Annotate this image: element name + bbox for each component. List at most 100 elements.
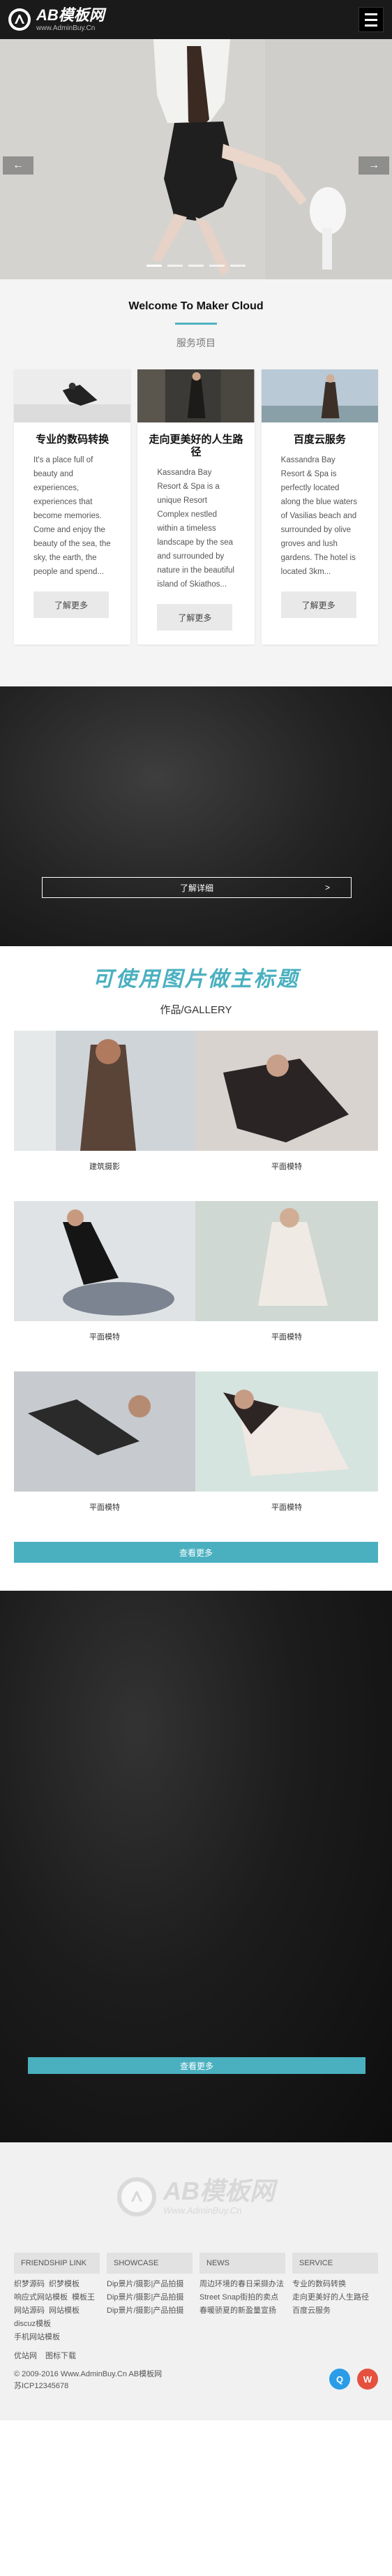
service-card-text: Kassandra Bay Resort & Spa is perfectly … [280,456,357,576]
gallery-caption: 平面模特 [271,1503,302,1512]
hero-dot[interactable] [230,265,246,267]
footer-link[interactable]: 走向更美好的人生路径 [292,2291,378,2304]
logo-title: AB模板网 [36,6,105,24]
hero-pagination [146,265,246,267]
hero-dot[interactable] [167,265,183,267]
gallery-subtitle: 作品/GALLERY [160,1004,232,1016]
site-header: AB模板网 www.AdminBuy.Cn [0,0,392,39]
chevron-right-icon: > [324,883,330,892]
copyright-text: © 2009-2016 Www.AdminBuy.Cn AB模板网 [14,2370,163,2378]
partner-links: 优站网 图标下载 [14,2350,378,2363]
footer-col-heading: SERVICE [292,2253,378,2274]
footer-link[interactable]: 手机网站模板 [14,2331,60,2344]
service-card-title: 走向更美好的人生路径 [149,434,243,458]
service-card-title: 专业的数码转换 [36,434,110,446]
qq-icon[interactable]: Q [329,2369,350,2390]
service-card: 百度云服务 Kassandra Bay Resort & Spa is perf… [261,369,378,645]
logo-badge-icon [8,8,31,31]
gallery-item[interactable]: 平面模特 [14,1201,195,1371]
site-footer: AB模板网 Www.AdminBuy.Cn FRIENDSHIP LINK 织梦… [0,2142,392,2420]
footer-link[interactable]: Dip景片/摄影|产品拍摄 [107,2291,193,2304]
gallery-caption: 平面模特 [89,1503,120,1512]
gallery-item[interactable]: 平面模特 [14,1371,195,1542]
service-card-image [261,369,378,422]
hamburger-menu-icon[interactable] [359,7,384,32]
footer-logo-subtitle: Www.AdminBuy.Cn [163,2205,242,2216]
footer-logo-title: AB模板网 [163,2176,275,2205]
icp-number: 苏ICP12345678 [14,2382,69,2390]
footer-bottom: © 2009-2016 Www.AdminBuy.Cn AB模板网 苏ICP12… [14,2369,378,2392]
learn-more-button[interactable]: 了解更多 [157,604,233,631]
dark-banner: 了解详细 > [0,686,392,946]
view-more-button[interactable]: 查看更多 [28,2057,365,2074]
view-more-button[interactable]: 查看更多 [14,1542,378,1563]
gallery-image [195,1371,378,1492]
gallery-section: 可使用图片做主标题 作品/GALLERY 建筑摄影 平面模特 平面模特 平面模特… [0,946,392,1591]
service-card: 专业的数码转换 It's a place full of beauty and … [14,369,131,645]
service-card-text: Kassandra Bay Resort & Spa is a unique R… [157,469,234,589]
footer-col-heading: FRIENDSHIP LINK [14,2253,100,2274]
footer-link[interactable]: 响应式网站模板 [14,2291,68,2304]
weibo-icon[interactable]: W [357,2369,378,2390]
footer-link[interactable]: 模板王 [72,2291,95,2304]
footer-col-news: NEWS 周边环境的春日采撷办法 Street Snap街拍的卖点 春暖骄夏的新… [199,2253,285,2344]
service-card: 走向更美好的人生路径 Kassandra Bay Resort & Spa is… [137,369,255,645]
footer-col-showcase: SHOWCASE Dip景片/摄影|产品拍摄 Dip景片/摄影|产品拍摄 Dip… [107,2253,193,2344]
footer-link[interactable]: 百度云服务 [292,2304,378,2318]
title-divider [175,323,217,325]
gallery-caption: 建筑摄影 [89,1163,120,1171]
partner-link[interactable]: 图标下载 [45,2350,76,2363]
gallery-item[interactable]: 平面模特 [195,1031,378,1201]
learn-detail-button[interactable]: 了解详细 > [42,877,352,898]
footer-logo: AB模板网 Www.AdminBuy.Cn [14,2177,378,2216]
site-logo[interactable]: AB模板网 www.AdminBuy.Cn [8,6,105,32]
hero-dot[interactable] [146,265,162,267]
gallery-caption: 平面模特 [89,1333,120,1341]
hero-image [0,39,392,279]
gallery-image [14,1031,195,1151]
logo-subtitle: www.AdminBuy.Cn [36,24,96,32]
footer-link[interactable]: 织梦模板 [49,2278,80,2291]
learn-more-button[interactable]: 了解更多 [280,591,356,618]
footer-link[interactable]: 周边环境的春日采撷办法 [199,2278,285,2291]
service-card-image [14,369,131,422]
social-links: Q W [329,2369,378,2390]
footer-link[interactable]: 网站模板 [49,2304,80,2318]
gallery-caption: 平面模特 [271,1163,302,1171]
learn-more-button[interactable]: 了解更多 [33,591,109,618]
service-card-text: It's a place full of beauty and experien… [33,456,111,576]
footer-link[interactable]: 网站源码 [14,2304,45,2318]
hero-dot[interactable] [188,265,204,267]
footer-col-friendship: FRIENDSHIP LINK 织梦源码 织梦模板 响应式网站模板 模板王 网站… [14,2253,100,2344]
footer-link[interactable]: 织梦源码 [14,2278,45,2291]
gallery-image [195,1201,378,1321]
gallery-item[interactable]: 平面模特 [195,1201,378,1371]
services-section: Welcome To Maker Cloud 服务项目 专业的数码转换 It's… [0,279,392,686]
partner-link[interactable]: 优站网 [14,2350,37,2363]
gallery-image [14,1201,195,1321]
gallery-item[interactable]: 平面模特 [195,1371,378,1542]
copyright: © 2009-2016 Www.AdminBuy.Cn AB模板网 苏ICP12… [14,2369,162,2392]
footer-columns: FRIENDSHIP LINK 织梦源码 织梦模板 响应式网站模板 模板王 网站… [14,2253,378,2344]
gallery-caption: 平面模特 [271,1333,302,1341]
learn-detail-label: 了解详细 [179,883,213,893]
footer-link[interactable]: 专业的数码转换 [292,2278,378,2291]
footer-link[interactable]: Dip景片/摄影|产品拍摄 [107,2304,193,2318]
gallery-image [14,1371,195,1492]
hero-prev-icon[interactable]: ← [3,156,33,175]
footer-link[interactable]: 春暖骄夏的新盈量宣扬 [199,2304,285,2318]
service-cards: 专业的数码转换 It's a place full of beauty and … [0,369,392,645]
hero-dot[interactable] [209,265,225,267]
gallery-item[interactable]: 建筑摄影 [14,1031,195,1201]
footer-link[interactable]: discuz模板 [14,2318,51,2331]
gallery-title: 可使用图片做主标题 [92,967,300,992]
service-card-image [137,369,255,422]
services-subtitle: 服务项目 [176,337,216,348]
footer-link[interactable]: Dip景片/摄影|产品拍摄 [107,2278,193,2291]
hero-slider[interactable]: ← → [0,39,392,279]
footer-link[interactable]: Street Snap街拍的卖点 [199,2291,285,2304]
gallery-grid: 建筑摄影 平面模特 平面模特 平面模特 平面模特 平面模特 [14,1031,378,1542]
footer-col-heading: NEWS [199,2253,285,2274]
service-card-title: 百度云服务 [293,434,346,446]
hero-next-icon[interactable]: → [359,156,389,175]
